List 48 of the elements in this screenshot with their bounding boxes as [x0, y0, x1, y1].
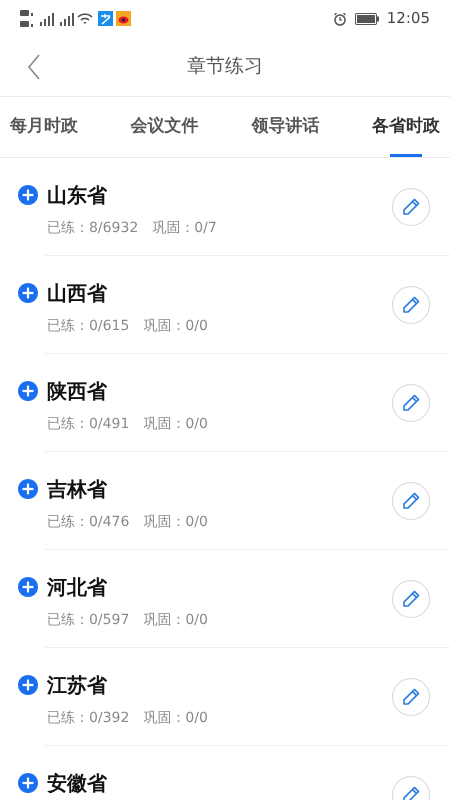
battery-icon: [354, 12, 379, 24]
edit-button[interactable]: [392, 580, 430, 618]
edit-button[interactable]: [392, 482, 430, 520]
plus-icon[interactable]: [18, 381, 38, 401]
pencil-icon: [401, 295, 421, 315]
province-name: 河北省: [47, 574, 107, 601]
pencil-icon: [401, 687, 421, 707]
review-count: 巩固：0/0: [143, 317, 208, 336]
province-name: 山西省: [47, 280, 107, 307]
plus-icon[interactable]: [18, 185, 38, 205]
plus-icon[interactable]: [18, 283, 38, 303]
review-count: 巩固：0/0: [143, 513, 208, 532]
back-icon: [27, 54, 41, 80]
plus-icon[interactable]: [18, 479, 38, 499]
pencil-icon: [401, 785, 421, 800]
practiced-count: 已练：0/491: [47, 415, 130, 434]
alarm-icon: [332, 12, 347, 26]
tab[interactable]: 每月时政: [6, 97, 82, 157]
tab[interactable]: 会议文件: [126, 97, 203, 157]
practiced-count: 已练：0/476: [47, 513, 130, 532]
pencil-icon: [401, 589, 421, 609]
status-time: 12:05: [386, 8, 430, 30]
review-count: 巩固：0/0: [143, 709, 208, 728]
practiced-count: 已练：8/6932: [47, 219, 138, 238]
plus-icon[interactable]: [18, 675, 38, 695]
review-count: 巩固：0/0: [143, 611, 208, 630]
edit-button[interactable]: [392, 286, 430, 324]
plus-icon[interactable]: [18, 773, 38, 793]
pencil-icon: [401, 393, 421, 413]
province-name: 陕西省: [47, 378, 107, 405]
page-title: 章节练习: [187, 54, 263, 80]
pencil-icon: [401, 197, 421, 217]
edit-button[interactable]: [392, 678, 430, 716]
practiced-count: 已练：0/597: [47, 611, 130, 630]
tab[interactable]: 各省时政: [368, 97, 444, 157]
practiced-count: 已练：0/615: [47, 317, 130, 336]
province-name: 山东省: [47, 182, 107, 209]
edit-button[interactable]: [392, 384, 430, 422]
edit-button[interactable]: [392, 188, 430, 226]
province-name: 安徽省: [47, 770, 107, 797]
province-name: 吉林省: [47, 476, 107, 503]
practiced-count: 已练：0/392: [47, 709, 130, 728]
review-count: 巩固：0/0: [143, 415, 208, 434]
province-name: 江苏省: [47, 672, 107, 699]
review-count: 巩固：0/7: [152, 219, 217, 238]
tab[interactable]: 领导讲话: [247, 97, 324, 157]
pencil-icon: [401, 491, 421, 511]
plus-icon[interactable]: [18, 577, 38, 597]
